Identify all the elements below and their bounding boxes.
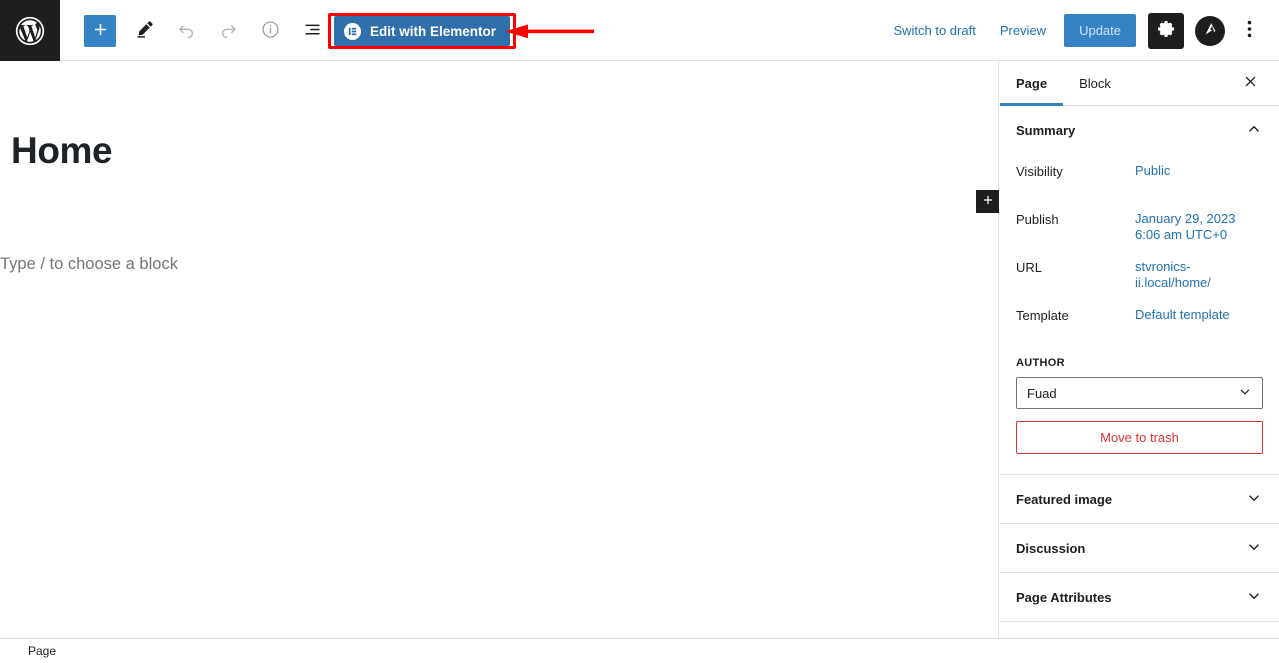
annotation-arrow — [505, 24, 594, 39]
panel-title-featured-image: Featured image — [1016, 491, 1113, 507]
tab-page[interactable]: Page — [1000, 61, 1064, 106]
switch-to-draft-button[interactable]: Switch to draft — [881, 15, 987, 46]
inline-block-inserter-button[interactable] — [976, 190, 999, 213]
pencil-icon — [134, 19, 155, 43]
row-template: Template Default template — [1016, 298, 1263, 346]
options-menu-button[interactable] — [1233, 13, 1265, 49]
panel-header-page-attributes[interactable]: Page Attributes — [1000, 573, 1279, 621]
row-publish: Publish January 29, 2023 6:06 am UTC+0 — [1016, 202, 1263, 250]
toolbar-tool-group — [60, 0, 336, 61]
summary-panel-body: Visibility Public Publish January 29, 20… — [1000, 154, 1279, 462]
value-template[interactable]: Default template — [1135, 302, 1236, 324]
elementor-button-highlight: Edit with Elementor — [328, 13, 517, 49]
undo-button[interactable] — [168, 13, 204, 49]
settings-button[interactable] — [1148, 12, 1184, 49]
astra-icon — [1201, 20, 1219, 41]
gear-icon — [1156, 19, 1176, 42]
wordpress-logo-button[interactable] — [0, 0, 60, 61]
chevron-down-icon — [1245, 538, 1263, 559]
author-selected-value: Fuad — [1027, 385, 1057, 401]
preview-button[interactable]: Preview — [988, 15, 1058, 46]
chevron-down-icon — [1245, 587, 1263, 608]
label-url: URL — [1016, 260, 1043, 275]
label-publish: Publish — [1016, 212, 1059, 227]
panel-header-next-partial[interactable] — [1000, 622, 1279, 638]
settings-sidebar: Page Block Summary Visibility Public Pub… — [1000, 61, 1279, 638]
breadcrumb[interactable]: Page — [28, 644, 56, 658]
kebab-menu-icon — [1247, 19, 1252, 42]
astra-button[interactable] — [1195, 15, 1225, 46]
tab-block[interactable]: Block — [1063, 61, 1127, 105]
block-inserter-toggle-button[interactable] — [84, 14, 116, 47]
update-button[interactable]: Update — [1064, 14, 1136, 47]
post-title[interactable]: Home — [11, 130, 113, 172]
label-visibility: Visibility — [1016, 164, 1063, 179]
row-url: URL stvronics-ii.local/home/ — [1016, 250, 1263, 298]
info-icon — [260, 19, 281, 43]
list-view-button[interactable] — [294, 13, 330, 49]
value-visibility[interactable]: Public — [1135, 158, 1176, 180]
edit-with-elementor-label: Edit with Elementor — [370, 23, 497, 39]
close-sidebar-button[interactable] — [1235, 68, 1265, 98]
plus-icon — [91, 20, 110, 42]
editor-canvas[interactable]: Home Type / to choose a block — [0, 61, 999, 638]
panel-title-summary: Summary — [1016, 122, 1076, 138]
wordpress-block-editor: Edit with Elementor Switch to draft Prev… — [0, 0, 1279, 663]
topbar-right-actions: Switch to draft Preview Update — [881, 0, 1265, 61]
editor-top-toolbar: Edit with Elementor Switch to draft Prev… — [0, 0, 1279, 61]
list-view-icon — [302, 19, 323, 43]
redo-button[interactable] — [210, 13, 246, 49]
empty-block-placeholder[interactable]: Type / to choose a block — [0, 252, 178, 277]
panel-title-page-attributes: Page Attributes — [1016, 589, 1112, 605]
sidebar-tabs: Page Block — [1000, 61, 1279, 106]
chevron-down-icon — [1245, 489, 1263, 510]
chevron-up-icon — [1245, 120, 1263, 141]
panel-header-featured-image[interactable]: Featured image — [1000, 475, 1279, 523]
panel-title-discussion: Discussion — [1016, 540, 1086, 556]
editor-bottom-breadcrumb-bar: Page — [0, 638, 1279, 663]
row-visibility: Visibility Public — [1016, 154, 1263, 202]
redo-icon — [218, 19, 239, 43]
value-publish[interactable]: January 29, 2023 6:06 am UTC+0 — [1135, 206, 1260, 245]
panel-header-discussion[interactable]: Discussion — [1000, 524, 1279, 572]
edit-with-elementor-button[interactable]: Edit with Elementor — [334, 16, 511, 46]
plus-icon — [981, 193, 995, 210]
wordpress-icon — [13, 14, 47, 48]
close-icon — [1243, 74, 1258, 92]
chevron-down-icon — [1237, 384, 1253, 403]
panel-header-summary[interactable]: Summary — [1000, 106, 1279, 154]
tools-edit-button[interactable] — [126, 13, 162, 49]
details-button[interactable] — [252, 13, 288, 49]
move-to-trash-button[interactable]: Move to trash — [1016, 421, 1263, 454]
author-label: AUTHOR — [1016, 357, 1065, 369]
label-template: Template — [1016, 308, 1069, 323]
author-select[interactable]: Fuad — [1016, 377, 1263, 409]
undo-icon — [176, 19, 197, 43]
elementor-icon — [344, 22, 361, 40]
value-url[interactable]: stvronics-ii.local/home/ — [1135, 254, 1217, 293]
